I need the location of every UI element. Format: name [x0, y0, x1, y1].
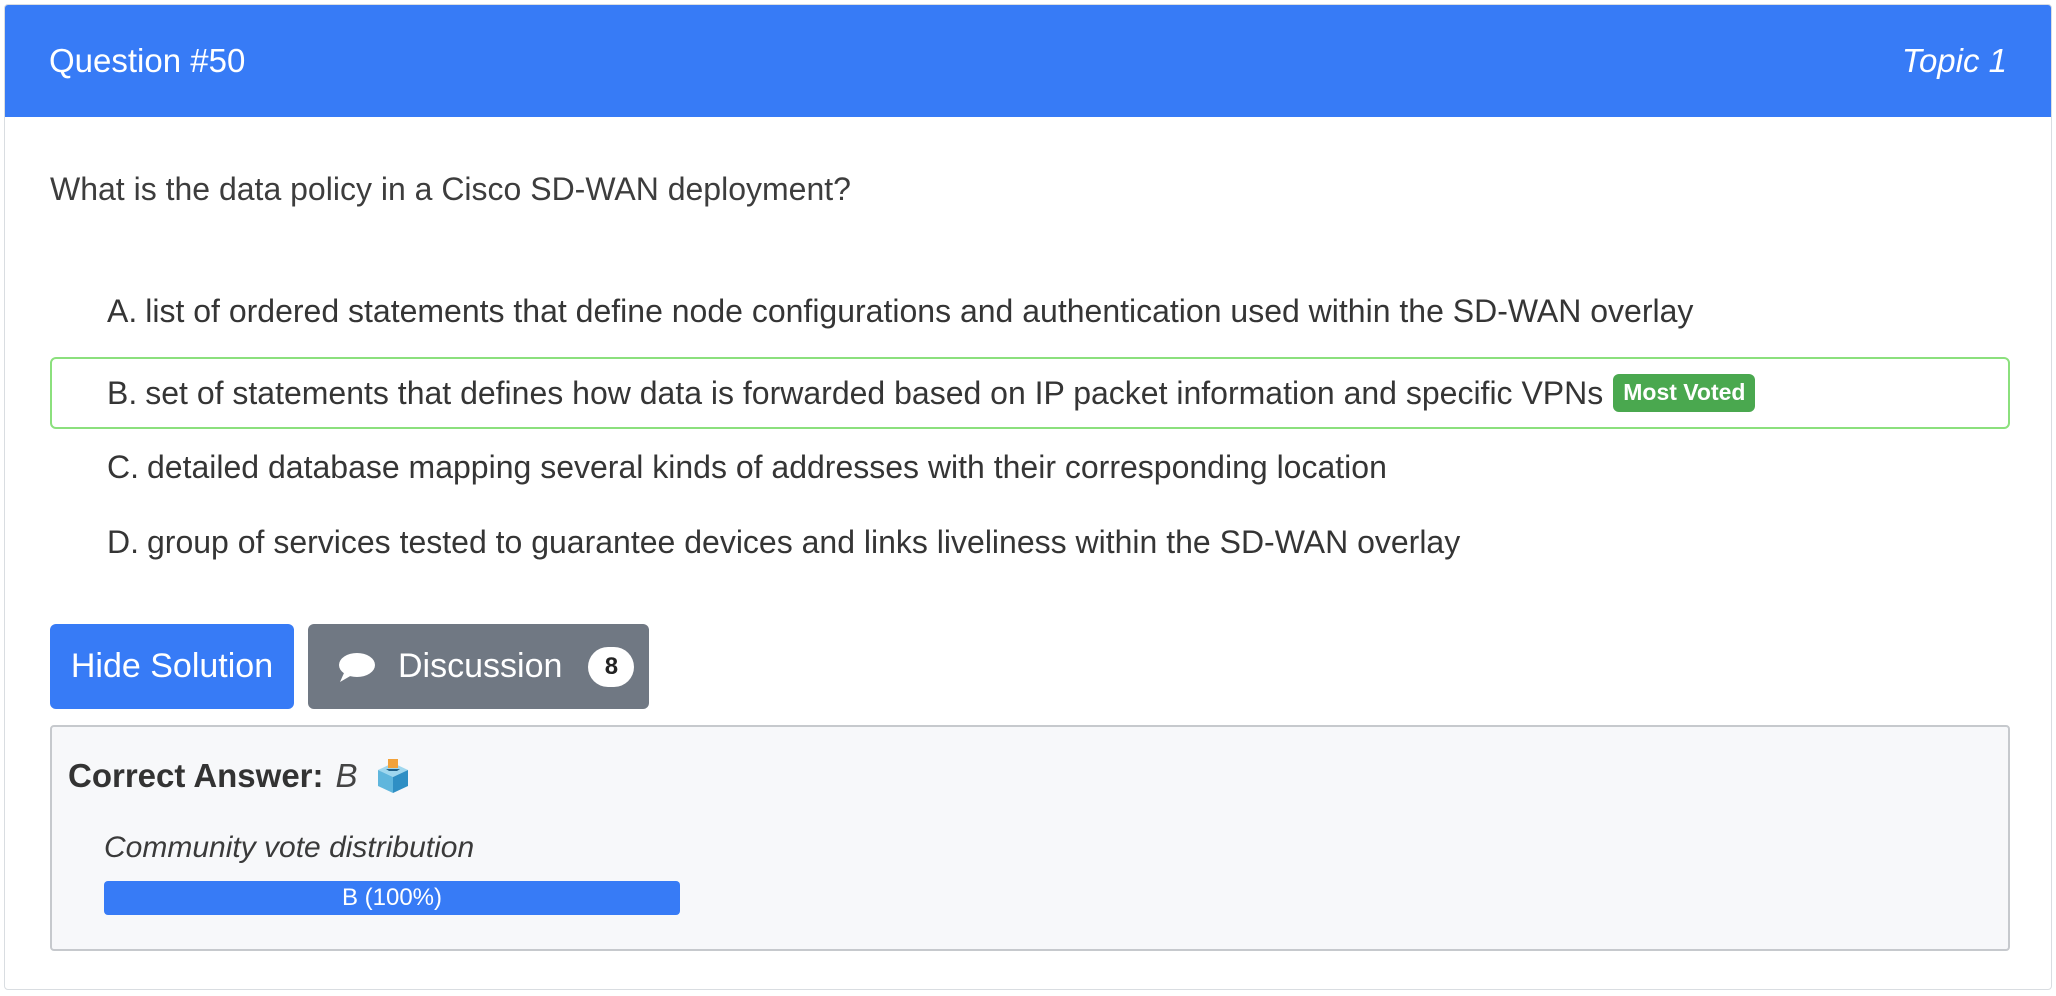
- chat-bubble-icon: [338, 651, 376, 683]
- choice-d[interactable]: D. group of services tested to guarantee…: [50, 506, 2010, 578]
- choice-text: set of statements that defines how data …: [145, 374, 1604, 411]
- discussion-label: Discussion: [398, 647, 563, 685]
- question-card: Question #50 Topic 1 What is the data po…: [4, 4, 2052, 990]
- ballot-box-icon[interactable]: [374, 758, 412, 794]
- choice-letter: A.: [107, 292, 138, 329]
- choice-text: list of ordered statements that define n…: [145, 292, 1694, 329]
- discussion-count-badge: 8: [588, 646, 635, 687]
- discussion-button[interactable]: Discussion 8: [308, 624, 649, 709]
- hide-solution-button[interactable]: Hide Solution: [50, 624, 294, 709]
- vote-bar-b: B (100%): [104, 881, 680, 915]
- choice-letter: B.: [107, 374, 138, 411]
- correct-answer-value: B: [335, 757, 358, 794]
- card-header: Question #50 Topic 1: [5, 5, 2051, 117]
- choice-b[interactable]: B. set of statements that defines how da…: [50, 357, 2010, 429]
- question-text: What is the data policy in a Cisco SD-WA…: [50, 171, 851, 207]
- vote-distribution-bar: B (100%): [104, 881, 680, 915]
- topic-label: Topic 1: [1901, 42, 2007, 79]
- choice-c[interactable]: C. detailed database mapping several kin…: [50, 431, 2010, 503]
- choice-text: group of services tested to guarantee de…: [147, 523, 1461, 560]
- most-voted-badge: Most Voted: [1613, 374, 1756, 412]
- question-number: Question #50: [49, 42, 246, 79]
- correct-answer-label: Correct Answer:: [68, 757, 324, 794]
- vote-distribution-title: Community vote distribution: [104, 831, 475, 864]
- answer-panel: Correct Answer: B Community vote distrib…: [50, 725, 2010, 951]
- choice-letter: D.: [107, 523, 139, 560]
- choice-text: detailed database mapping several kinds …: [147, 448, 1387, 485]
- choice-letter: C.: [107, 448, 139, 485]
- correct-answer-line: Correct Answer: B: [68, 757, 412, 795]
- choice-a[interactable]: A. list of ordered statements that defin…: [50, 275, 2010, 347]
